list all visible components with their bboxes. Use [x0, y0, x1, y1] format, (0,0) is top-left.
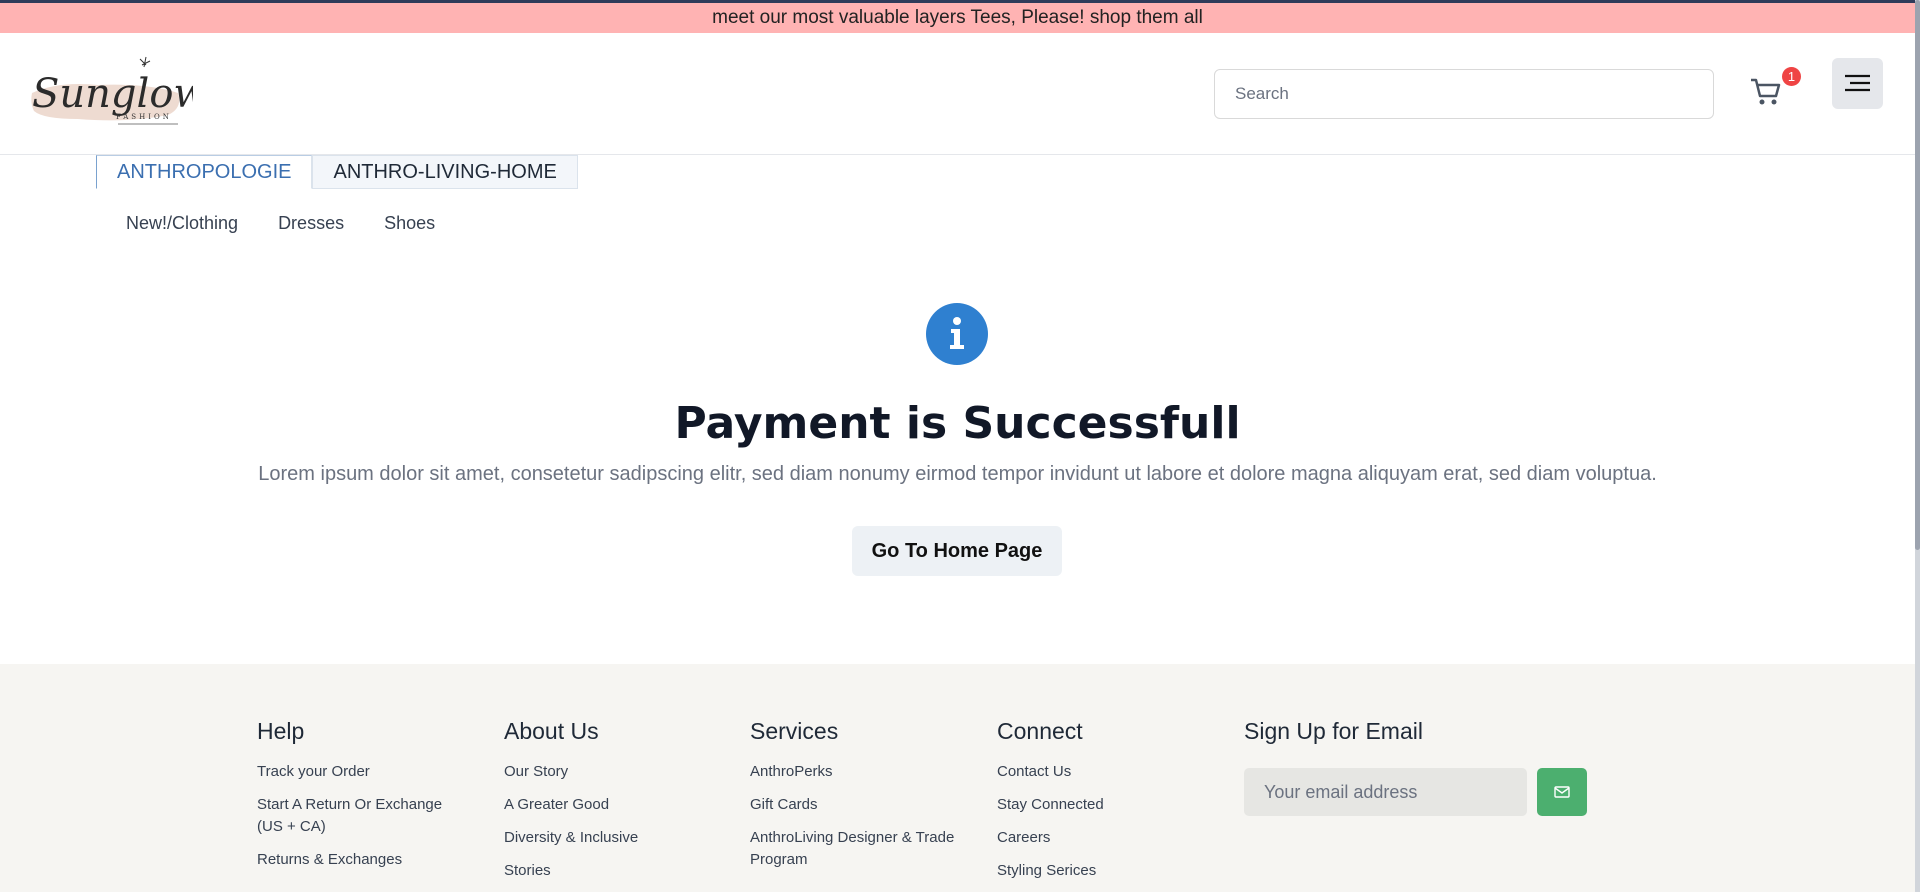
footer-link[interactable]: A Greater Good — [504, 794, 704, 816]
nav-item-new-clothing[interactable]: New!/Clothing — [126, 213, 238, 234]
footer-link[interactable]: Stay Connected — [997, 794, 1197, 816]
footer-col-connect: Connect Contact Us Stay Connected Career… — [997, 718, 1197, 892]
footer-link[interactable]: Diversity & Inclusive — [504, 827, 704, 849]
logo-sub: FASHION — [116, 113, 172, 121]
brand-logo[interactable]: Sunglow FASHION — [28, 53, 193, 133]
footer-link[interactable]: Styling Serices — [997, 860, 1197, 882]
site-footer: Help Track your Order Start A Return Or … — [0, 664, 1915, 892]
page-title: Payment is Successfull — [674, 398, 1241, 449]
info-icon — [926, 303, 988, 365]
cart-icon — [1751, 78, 1781, 105]
footer-link[interactable]: AnthroPerks — [750, 761, 970, 783]
email-field[interactable] — [1244, 768, 1527, 816]
footer-link[interactable]: Returns & Exchanges — [257, 849, 457, 871]
footer-link[interactable]: Our Story — [504, 761, 704, 783]
page-scrollbar[interactable] — [1915, 0, 1920, 892]
footer-link[interactable]: Stories — [504, 860, 704, 882]
tab-anthropologie[interactable]: ANTHROPOLOGIE — [96, 155, 313, 189]
site-header: Sunglow FASHION 1 — [0, 33, 1915, 155]
page-description: Lorem ipsum dolor sit amet, consetetur s… — [258, 463, 1657, 485]
footer-link[interactable]: Contact Us — [997, 761, 1197, 783]
nav-item-dresses[interactable]: Dresses — [278, 213, 344, 234]
footer-link[interactable]: Gift Cards — [750, 794, 970, 816]
category-nav: New!/Clothing Dresses Shoes — [126, 213, 435, 234]
scrollbar-thumb[interactable] — [1915, 0, 1920, 550]
menu-button[interactable] — [1832, 58, 1883, 109]
hamburger-icon — [1845, 74, 1870, 92]
footer-link[interactable]: AnthroLiving Designer & Trade Program — [750, 827, 970, 871]
footer-heading-connect: Connect — [997, 718, 1083, 744]
promo-banner: meet our most valuable layers Tees, Plea… — [0, 0, 1915, 33]
footer-col-services: Services AnthroPerks Gift Cards AnthroLi… — [750, 718, 970, 882]
footer-heading-about: About Us — [504, 718, 599, 744]
footer-heading-help: Help — [257, 718, 305, 744]
footer-link[interactable]: Careers — [997, 827, 1197, 849]
footer-heading-services: Services — [750, 718, 839, 744]
search-input[interactable] — [1214, 69, 1714, 119]
cart-count-badge: 1 — [1782, 67, 1801, 86]
cart-button[interactable]: 1 — [1749, 67, 1805, 107]
send-mail-icon — [1554, 786, 1570, 798]
store-tabs: ANTHROPOLOGIE ANTHRO-LIVING-HOME — [96, 155, 578, 189]
email-submit-button[interactable] — [1537, 768, 1587, 816]
promo-text: meet our most valuable layers Tees, Plea… — [712, 7, 1203, 28]
footer-link[interactable]: Track your Order — [257, 761, 457, 783]
nav-item-shoes[interactable]: Shoes — [384, 213, 435, 234]
logo-script: Sunglow — [32, 71, 193, 117]
footer-col-about: About Us Our Story A Greater Good Divers… — [504, 718, 704, 892]
go-home-button[interactable]: Go To Home Page — [852, 526, 1062, 576]
tab-anthro-living-home[interactable]: ANTHRO-LIVING-HOME — [312, 155, 578, 189]
footer-col-signup: Sign Up for Email — [1244, 718, 1624, 761]
footer-heading-signup: Sign Up for Email — [1244, 718, 1423, 744]
footer-link[interactable]: Start A Return Or Exchange (US + CA) — [257, 794, 457, 838]
footer-col-help: Help Track your Order Start A Return Or … — [257, 718, 457, 882]
